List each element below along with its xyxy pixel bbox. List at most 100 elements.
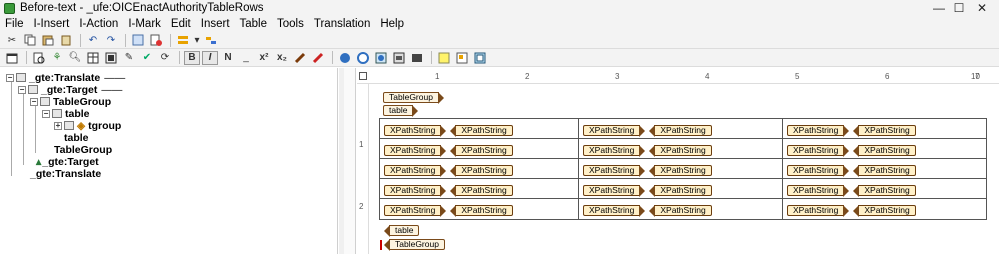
note2-icon[interactable] <box>454 51 470 65</box>
table-cell[interactable]: XPathString XPathString <box>380 199 579 219</box>
copy-icon[interactable] <box>22 33 38 47</box>
xpathstring-open-tag[interactable]: XPathString <box>787 165 850 177</box>
collapse-icon[interactable]: − <box>6 73 14 82</box>
xpathstring-open-tag[interactable]: XPathString <box>787 205 850 217</box>
structure-tree[interactable]: − _gte:Translate —— − _gte:Target —— − T… <box>0 68 338 254</box>
erase-icon[interactable] <box>148 33 164 47</box>
table-cell[interactable]: XPathString XPathString <box>579 119 783 139</box>
xpathstring-close-tag[interactable]: XPathString <box>853 125 916 137</box>
xpathstring-open-tag[interactable]: XPathString <box>384 185 447 197</box>
tree-icon[interactable]: ⚘ <box>49 51 65 65</box>
xpathstring-close-tag[interactable]: XPathString <box>450 185 513 197</box>
find-icon[interactable]: 🔍︎ <box>67 51 83 65</box>
table-cell[interactable]: XPathString XPathString <box>783 139 986 159</box>
collapse-icon[interactable]: − <box>30 97 38 106</box>
menu-insert[interactable]: Insert <box>196 16 235 32</box>
undo-icon[interactable]: ↶ <box>85 33 101 47</box>
menu-i-insert[interactable]: I-Insert <box>29 16 75 32</box>
xpathstring-close-tag[interactable]: XPathString <box>853 205 916 217</box>
expand-icon[interactable]: + <box>54 121 62 130</box>
menu-file[interactable]: File <box>0 16 29 32</box>
xpathstring-open-tag[interactable]: XPathString <box>583 125 646 137</box>
refresh-icon[interactable]: ⟳ <box>157 51 173 65</box>
highlight-icon[interactable] <box>292 51 308 65</box>
xpathstring-close-tag[interactable]: XPathString <box>649 145 712 157</box>
xpathstring-open-tag[interactable]: XPathString <box>384 125 447 137</box>
table-cell[interactable]: XPathString XPathString <box>579 199 783 219</box>
xpathstring-open-tag[interactable]: XPathString <box>583 205 646 217</box>
xpathstring-open-tag[interactable]: XPathString <box>384 165 447 177</box>
menu-i-action[interactable]: I-Action <box>74 16 123 32</box>
paste-icon[interactable] <box>40 33 56 47</box>
xpathstring-close-tag[interactable]: XPathString <box>450 145 513 157</box>
image2-icon[interactable] <box>391 51 407 65</box>
table-cell[interactable]: XPathString XPathString <box>783 119 986 139</box>
table-cell[interactable]: XPathString XPathString <box>579 179 783 199</box>
table-cell[interactable]: XPathString XPathString <box>380 179 579 199</box>
redo-icon[interactable]: ↷ <box>103 33 119 47</box>
xpathstring-close-tag[interactable]: XPathString <box>853 145 916 157</box>
media-icon[interactable] <box>409 51 425 65</box>
collapse-icon[interactable]: − <box>18 85 26 94</box>
link-icon[interactable] <box>203 33 219 47</box>
xpathstring-open-tag[interactable]: XPathString <box>583 185 646 197</box>
note-icon[interactable] <box>436 51 452 65</box>
xpathstring-open-tag[interactable]: XPathString <box>583 145 646 157</box>
xpathstring-open-tag[interactable]: XPathString <box>787 125 850 137</box>
menu-edit[interactable]: Edit <box>166 16 196 32</box>
xpathstring-open-tag[interactable]: XPathString <box>787 185 850 197</box>
tablegroup-open-tag[interactable]: TableGroup <box>383 89 444 104</box>
table-cell[interactable]: XPathString XPathString <box>380 119 579 139</box>
xpathstring-close-tag[interactable]: XPathString <box>649 165 712 177</box>
tablegroup-close-tag[interactable]: TableGroup <box>384 236 445 251</box>
xpathstring-close-tag[interactable]: XPathString <box>853 165 916 177</box>
superscript-button[interactable]: x² <box>256 51 272 65</box>
xpathstring-close-tag[interactable]: XPathString <box>450 165 513 177</box>
xpathstring-open-tag[interactable]: XPathString <box>583 165 646 177</box>
format-icon[interactable] <box>175 33 191 47</box>
menu-table[interactable]: Table <box>235 16 273 32</box>
replace-icon[interactable] <box>103 51 119 65</box>
collapse-icon[interactable]: − <box>42 109 50 118</box>
cut-icon[interactable]: ✂ <box>4 33 20 47</box>
xpathstring-open-tag[interactable]: XPathString <box>384 145 447 157</box>
vertical-scrollbar[interactable] <box>344 68 356 254</box>
xpathstring-close-tag[interactable]: XPathString <box>649 205 712 217</box>
xpathstring-close-tag[interactable]: XPathString <box>649 125 712 137</box>
normal-button[interactable]: N <box>220 51 236 65</box>
table-cell[interactable]: XPathString XPathString <box>579 139 783 159</box>
xpathstring-open-tag[interactable]: XPathString <box>384 205 447 217</box>
table-cell[interactable]: XPathString XPathString <box>579 159 783 179</box>
xpathstring-close-tag[interactable]: XPathString <box>450 205 513 217</box>
table-close-tag[interactable]: table <box>383 222 420 237</box>
xpathstring-close-tag[interactable]: XPathString <box>649 185 712 197</box>
table-icon[interactable] <box>85 51 101 65</box>
menu-translation[interactable]: Translation <box>309 16 375 32</box>
clipboard-icon[interactable] <box>58 33 74 47</box>
star-icon[interactable] <box>337 51 353 65</box>
table-cell[interactable]: XPathString XPathString <box>380 139 579 159</box>
highlight2-icon[interactable] <box>310 51 326 65</box>
xpathstring-close-tag[interactable]: XPathString <box>853 185 916 197</box>
table-cell[interactable]: XPathString XPathString <box>783 179 986 199</box>
underline-button[interactable]: _ <box>238 51 254 65</box>
check-icon[interactable]: ✔ <box>139 51 155 65</box>
subscript-button[interactable]: x₂ <box>274 51 290 65</box>
globe-icon[interactable] <box>355 51 371 65</box>
bold-button[interactable]: B <box>184 50 200 65</box>
italic-button[interactable]: I <box>202 50 218 65</box>
xpathstring-open-tag[interactable]: XPathString <box>787 145 850 157</box>
document-editor[interactable]: 1 2 3 4 5 6 7 8 9 10 1 2 TableGroup tabl… <box>357 68 999 254</box>
xpathstring-close-tag[interactable]: XPathString <box>450 125 513 137</box>
spell-icon[interactable]: ✎ <box>121 51 137 65</box>
table-cell[interactable]: XPathString XPathString <box>783 159 986 179</box>
menu-i-mark[interactable]: I-Mark <box>123 16 166 32</box>
select-all-icon[interactable] <box>130 33 146 47</box>
table-cell[interactable]: XPathString XPathString <box>783 199 986 219</box>
menu-help[interactable]: Help <box>375 16 409 32</box>
print-preview-icon[interactable] <box>31 51 47 65</box>
frame-icon[interactable] <box>472 51 488 65</box>
image-icon[interactable] <box>373 51 389 65</box>
table-cell[interactable]: XPathString XPathString <box>380 159 579 179</box>
tree-item-translate-end[interactable]: _gte:Translate <box>30 167 101 180</box>
